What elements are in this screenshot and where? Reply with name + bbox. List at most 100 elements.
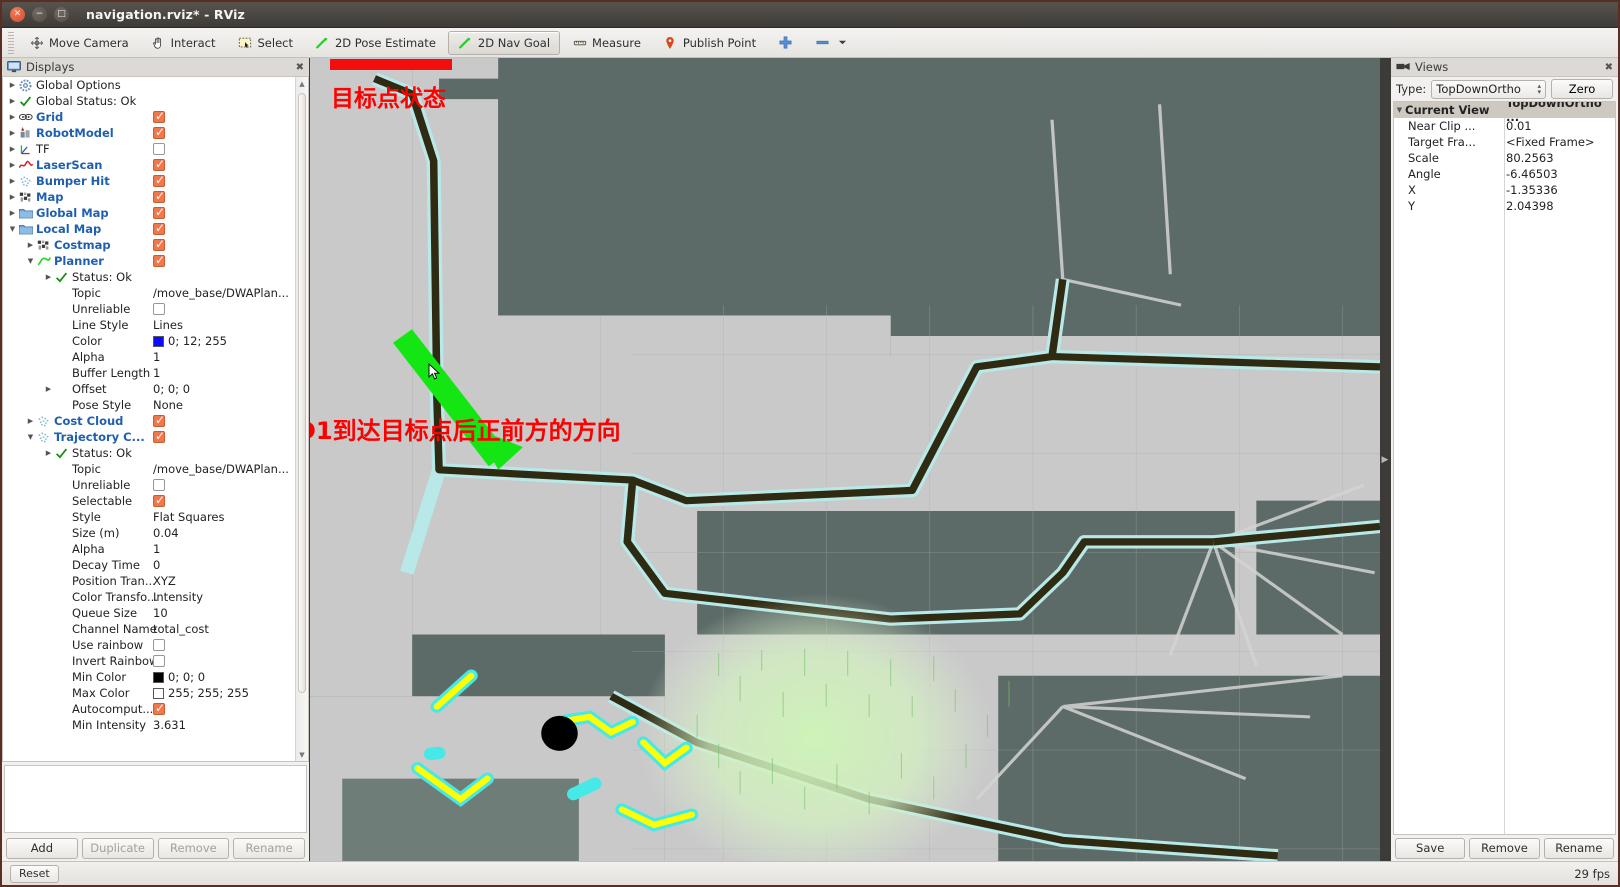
display-tree-row[interactable]: ▼ Planner	[3, 253, 295, 269]
display-row-value[interactable]: 0; 0; 0	[153, 670, 205, 684]
display-tree-row[interactable]: Decay Time 0	[3, 557, 295, 573]
window-close-icon[interactable]: ✕	[10, 7, 25, 22]
display-row-value[interactable]	[153, 639, 165, 651]
views-row-value[interactable]: <Fixed Frame>	[1506, 135, 1595, 149]
views-table-row[interactable]: X -1.35336	[1394, 182, 1615, 198]
display-row-value[interactable]: XYZ	[153, 574, 176, 588]
display-tree-row[interactable]: ▶ Grid	[3, 109, 295, 125]
save-view-button[interactable]: Save	[1395, 837, 1466, 859]
tool-move-camera[interactable]: Move Camera	[19, 31, 139, 55]
chevron-right-icon[interactable]: ▶	[25, 241, 36, 249]
display-row-value[interactable]	[153, 125, 165, 139]
display-row-value[interactable]	[153, 173, 165, 187]
views-property-table[interactable]: ▼ Current View TopDownOrtho ... Near Cli…	[1393, 101, 1616, 835]
display-enable-checkbox[interactable]	[153, 173, 165, 187]
display-tree-row[interactable]: ▶ Cost Cloud	[3, 413, 295, 429]
display-tree-row[interactable]: Invert Rainbow	[3, 653, 295, 669]
display-enable-checkbox[interactable]	[153, 189, 165, 203]
display-tree-row[interactable]: Pose Style None	[3, 397, 295, 413]
display-tree-row[interactable]: Topic/move_base/DWAPlan...	[3, 461, 295, 477]
displays-scrollbar[interactable]: ▲ ▼	[295, 77, 308, 761]
3d-render-viewport[interactable]: 目标点状态 箭头代表D1到达目标点后正前方的方向	[310, 58, 1380, 861]
display-tree-row[interactable]: ▶ RobotModel	[3, 125, 295, 141]
display-row-value[interactable]	[153, 413, 165, 427]
display-tree-row[interactable]: ▶ Global Options	[3, 77, 295, 93]
tool-add-tool-button[interactable]	[768, 31, 803, 55]
display-tree-row[interactable]: Queue Size 10	[3, 605, 295, 621]
display-row-value[interactable]	[153, 221, 165, 235]
display-row-value[interactable]: 255; 255; 255	[153, 686, 249, 700]
display-tree-row[interactable]: ▼ Local Map	[3, 221, 295, 237]
display-row-value[interactable]	[153, 429, 165, 443]
chevron-right-icon[interactable]: ▶	[43, 385, 54, 393]
display-row-value[interactable]: 0	[153, 558, 160, 572]
display-tree-row[interactable]: ▶ Offset 0; 0; 0	[3, 381, 295, 397]
display-tree-row[interactable]: Unreliable	[3, 477, 295, 493]
tool-remove-tool-button[interactable]	[805, 31, 860, 55]
display-row-value[interactable]	[153, 205, 165, 219]
display-enable-checkbox[interactable]	[153, 429, 165, 443]
display-tree-row[interactable]: Style Flat Squares	[3, 509, 295, 525]
display-tree-row[interactable]: Use rainbow	[3, 637, 295, 653]
display-row-value[interactable]: /move_base/DWAPlan...	[153, 462, 289, 476]
display-tree-row[interactable]: Alpha 1	[3, 541, 295, 557]
display-row-value[interactable]: 3.631	[153, 718, 186, 732]
scroll-down-icon[interactable]: ▼	[296, 748, 308, 761]
chevron-right-icon[interactable]: ▶	[7, 145, 18, 153]
display-enable-checkbox[interactable]	[153, 303, 165, 315]
views-row-value[interactable]: 0.01	[1506, 119, 1532, 133]
display-tree-row[interactable]: Buffer Length 1	[3, 365, 295, 381]
tool-measure[interactable]: Measure	[562, 31, 651, 55]
display-tree-row[interactable]: Min Color 0; 0; 0	[3, 669, 295, 685]
display-enable-checkbox[interactable]	[153, 143, 165, 155]
views-close-icon[interactable]: ✖	[1605, 62, 1613, 73]
display-row-value[interactable]: 1	[153, 542, 160, 556]
views-row-value[interactable]: 80.2563	[1506, 151, 1554, 165]
toolbar-grip[interactable]	[8, 31, 14, 54]
window-maximize-icon[interactable]: □	[54, 7, 69, 22]
display-tree-row[interactable]: ▶ Status: Ok	[3, 445, 295, 461]
display-tree-row[interactable]: Line Style Lines	[3, 317, 295, 333]
duplicate-display-button[interactable]: Duplicate	[81, 837, 154, 859]
views-row-value[interactable]: 2.04398	[1506, 199, 1554, 213]
display-row-value[interactable]	[153, 701, 165, 715]
display-row-value[interactable]	[153, 189, 165, 203]
display-tree-row[interactable]: Autocomput...	[3, 701, 295, 717]
add-display-button[interactable]: Add	[6, 837, 78, 859]
display-row-value[interactable]	[153, 237, 165, 251]
chevron-right-icon[interactable]: ▶	[7, 177, 18, 185]
views-table-row[interactable]: Angle -6.46503	[1394, 166, 1615, 182]
display-tree-row[interactable]: ▶ Status: Ok	[3, 269, 295, 285]
chevron-down-icon[interactable]: ▼	[25, 433, 36, 441]
display-enable-checkbox[interactable]	[153, 479, 165, 491]
display-row-value[interactable]	[153, 479, 165, 491]
display-row-value[interactable]: 10	[153, 606, 168, 620]
display-tree-row[interactable]: Alpha 1	[3, 349, 295, 365]
display-row-value[interactable]	[153, 655, 165, 667]
views-row-value[interactable]: -1.35336	[1506, 183, 1558, 197]
tool-interact[interactable]: Interact	[141, 31, 226, 55]
display-tree-row[interactable]: Unreliable	[3, 301, 295, 317]
display-row-value[interactable]: 0; 12; 255	[153, 334, 227, 348]
displays-close-icon[interactable]: ✖	[296, 62, 304, 73]
display-row-value[interactable]: 1	[153, 350, 160, 364]
window-minimize-icon[interactable]: −	[32, 7, 47, 22]
scroll-up-icon[interactable]: ▲	[296, 77, 308, 90]
display-tree-row[interactable]: ▼ Trajectory C...	[3, 429, 295, 445]
remove-view-button[interactable]: Remove	[1469, 837, 1540, 859]
spinner-arrows-icon[interactable]: ▴ ▾	[1537, 83, 1541, 96]
display-enable-checkbox[interactable]	[153, 157, 165, 171]
chevron-right-icon[interactable]: ▶	[43, 273, 54, 281]
view-splitter-handle[interactable]: ▶	[1380, 58, 1390, 861]
chevron-right-icon[interactable]: ▶	[7, 113, 18, 121]
views-table-row[interactable]: Near Clip ... 0.01	[1394, 118, 1615, 134]
tool-select[interactable]: Select	[228, 31, 303, 55]
views-table-row[interactable]: Target Fra... <Fixed Frame>	[1394, 134, 1615, 150]
chevron-right-icon[interactable]: ▶	[7, 129, 18, 137]
display-row-value[interactable]	[153, 253, 165, 267]
display-row-value[interactable]	[153, 303, 165, 315]
display-enable-checkbox[interactable]	[153, 237, 165, 251]
color-swatch[interactable]	[153, 671, 164, 683]
display-enable-checkbox[interactable]	[153, 701, 165, 715]
chevron-right-icon[interactable]: ▶	[7, 209, 18, 217]
